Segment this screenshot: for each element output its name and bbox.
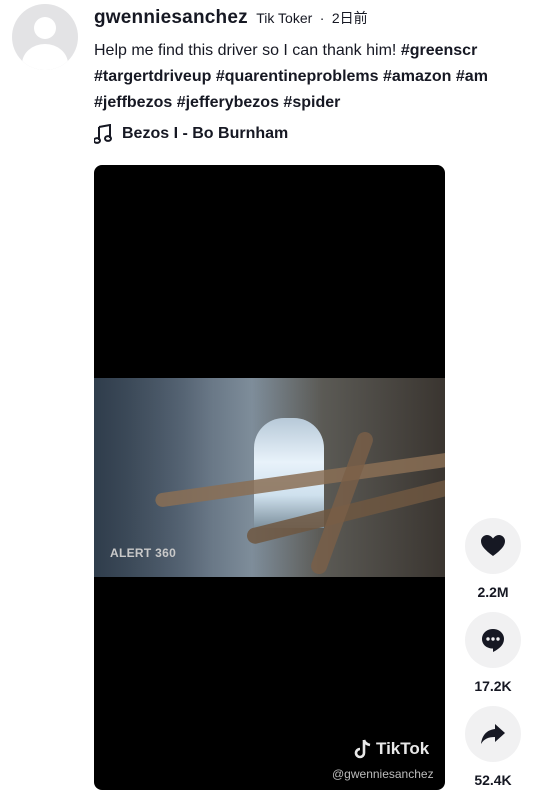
hashtag-link[interactable]: #amazon [383, 68, 451, 85]
post-header: gwenniesanchez Tik Toker · 2日前 [94, 7, 368, 29]
avatar-body-shape [22, 44, 68, 70]
caption-line-3: #jeffbezos #jefferybezos #spider [94, 90, 537, 116]
share-count: 52.4K [474, 772, 512, 788]
like-button[interactable] [465, 518, 521, 574]
hashtag-link[interactable]: #jeffbezos [94, 94, 172, 111]
caption-text: Help me find this driver so I can thank … [94, 42, 397, 59]
comment-icon [482, 629, 504, 652]
comment-button[interactable] [465, 612, 521, 668]
music-title: Bezos I - Bo Burnham [122, 125, 289, 142]
caption-line-1: Help me find this driver so I can thank … [94, 38, 537, 64]
tiktok-watermark: TikTok [354, 739, 429, 759]
heart-icon [481, 535, 505, 556]
share-button[interactable] [465, 706, 521, 762]
hashtag-link[interactable]: #quarentineproblems [216, 68, 379, 85]
tiktok-logo-icon [354, 739, 371, 759]
hashtag-link[interactable]: #targertdriveup [94, 68, 211, 85]
comment-count: 17.2K [474, 678, 512, 694]
like-action: 2.2M [465, 518, 521, 600]
comment-action: 17.2K [465, 612, 521, 694]
caption: Help me find this driver so I can thank … [94, 38, 537, 116]
post-time: 2日前 [331, 10, 368, 26]
username-link[interactable]: gwenniesanchez [94, 7, 248, 28]
avatar[interactable] [12, 4, 78, 70]
share-action: 52.4K [465, 706, 521, 788]
hashtag-link[interactable]: #spider [283, 94, 340, 111]
separator: · [319, 10, 325, 26]
watermark-username: @gwenniesanchez [332, 767, 434, 781]
hashtag-link[interactable]: #am [456, 68, 488, 85]
tiktok-brand: TikTok [376, 739, 430, 758]
hashtag-link[interactable]: #jefferybezos [177, 94, 279, 111]
music-link[interactable]: Bezos I - Bo Burnham [94, 124, 288, 144]
share-icon [481, 724, 505, 744]
music-note-icon [94, 124, 112, 144]
hashtag-link[interactable]: #greenscr [401, 42, 478, 59]
avatar-head-shape [34, 17, 56, 39]
caption-line-2: #targertdriveup #quarentineproblems #ama… [94, 64, 537, 90]
like-count: 2.2M [477, 584, 509, 600]
video-overlay-text: ALERT 360 [110, 546, 177, 560]
video-player[interactable]: ALERT 360 TikTok @gwenniesanchez [94, 165, 445, 790]
nickname: Tik Toker [256, 10, 313, 26]
